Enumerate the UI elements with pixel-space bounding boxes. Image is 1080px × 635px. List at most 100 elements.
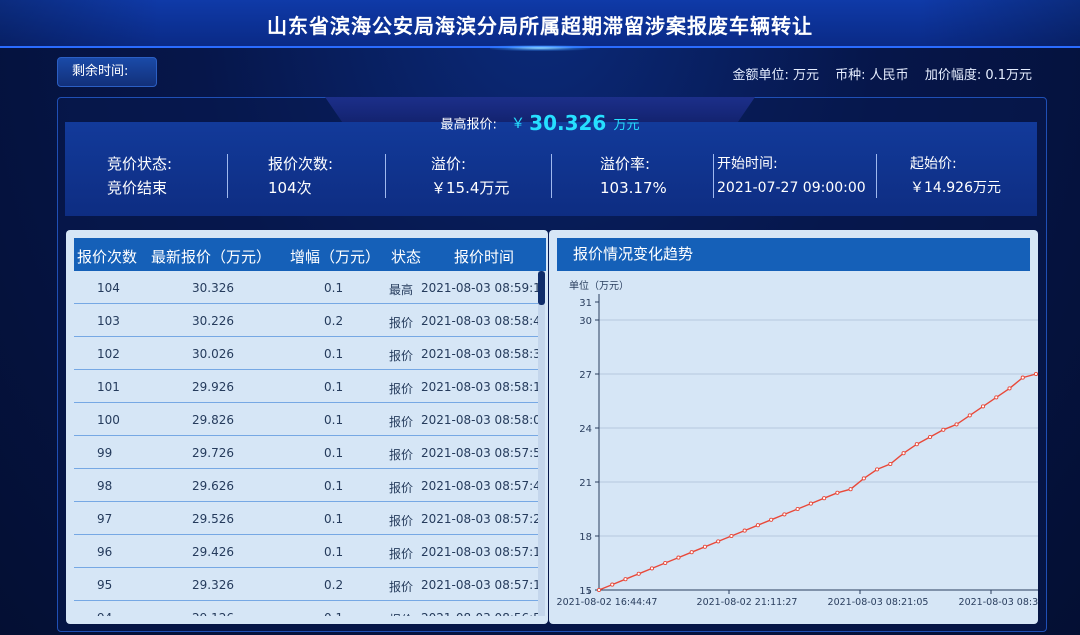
- data-point: [875, 467, 880, 472]
- y-tick-label: 15: [579, 586, 592, 597]
- col-bid-time: 报价时间: [454, 248, 515, 266]
- data-point: [755, 523, 760, 528]
- cell-latest-price: 29.126: [192, 611, 234, 616]
- cell-bid-time: 2021-08-03 08:59:10: [421, 281, 538, 295]
- data-point: [822, 496, 827, 501]
- cell-increment: 0.1: [324, 611, 343, 616]
- data-point: [928, 434, 933, 440]
- y-tick-label: 18: [579, 532, 592, 543]
- table-row[interactable]: 98 29.626 0.1 报价 2021-08-03 08:57:46: [74, 469, 538, 502]
- cell-status: 报价: [389, 415, 414, 429]
- cell-status: 报价: [389, 349, 414, 363]
- cell-latest-price: 30.226: [192, 314, 234, 328]
- stat-premium-label: 溢价:: [431, 155, 467, 173]
- cell-bid-time: 2021-08-03 08:57:19: [421, 545, 538, 559]
- price-increment: 加价幅度: 0.1万元: [924, 68, 1032, 83]
- x-tick-label: 2021-08-03 08:39:24: [959, 597, 1038, 608]
- table-row[interactable]: 94 29.126 0.1 报价 2021-08-03 08:56:58: [74, 601, 538, 616]
- data-point: [716, 539, 721, 544]
- cell-latest-price: 30.026: [192, 347, 234, 361]
- cell-increment: 0.1: [324, 281, 344, 295]
- stat-start-time: 开始时间: 2021-07-27 09:00:00: [717, 152, 866, 200]
- x-tick-label: 2021-08-02 16:44:47: [557, 597, 658, 608]
- bid-table-card: 报价次数 最新报价（万元） 增幅（万元） 状态 报价时间 104 30.326 0.…: [66, 230, 548, 624]
- stat-divider: [385, 154, 386, 198]
- cell-status: 报价: [389, 547, 414, 561]
- cell-bid-time: 2021-08-03 08:57:46: [421, 479, 538, 493]
- data-point: [769, 517, 774, 522]
- stat-start-price-label: 起始价:: [910, 156, 957, 172]
- cell-status: 报价: [389, 448, 414, 462]
- cell-bid-count: 101: [97, 380, 120, 394]
- col-latest-price: 最新报价（万元）: [151, 248, 272, 266]
- stat-divider: [551, 154, 552, 198]
- table-row[interactable]: 96 29.426 0.1 报价 2021-08-03 08:57:19: [74, 535, 538, 568]
- stat-bid-count: 报价次数: 104次: [268, 152, 333, 200]
- cell-latest-price: 29.326: [192, 578, 234, 592]
- table-row[interactable]: 100 29.826 0.1 报价 2021-08-03 08:58:08: [74, 403, 538, 436]
- stat-divider: [876, 154, 877, 198]
- cell-latest-price: 29.726: [192, 446, 234, 460]
- data-point: [742, 528, 747, 533]
- cell-status: 报价: [389, 580, 414, 594]
- scrollbar-track[interactable]: [538, 271, 545, 616]
- data-point: [888, 461, 893, 467]
- cell-latest-price: 30.326: [192, 281, 234, 295]
- data-point: [729, 533, 734, 539]
- table-row[interactable]: 97 29.526 0.1 报价 2021-08-03 08:57:28: [74, 502, 538, 535]
- y-tick-label: 27: [579, 370, 592, 381]
- cell-bid-time: 2021-08-03 08:58:40: [421, 314, 538, 328]
- data-point: [1033, 371, 1038, 377]
- stat-premium: 溢价: ￥15.4万元: [431, 152, 509, 200]
- trend-chart-card: 报价情况变化趋势 单位（万元） 15 18 21 24 27 30 31 2021-08-02 …: [549, 230, 1038, 624]
- table-row[interactable]: 103 30.226 0.2 报价 2021-08-03 08:58:40: [74, 304, 538, 337]
- data-point: [623, 577, 628, 582]
- stat-status-label: 竞价状态:: [107, 155, 173, 173]
- data-point: [914, 442, 919, 447]
- cell-increment: 0.1: [324, 545, 344, 559]
- cell-status: 报价: [389, 514, 414, 528]
- data-point: [795, 506, 800, 512]
- stat-status: 竞价状态: 竞价结束: [107, 152, 172, 200]
- y-tick-label: 21: [579, 478, 592, 489]
- table-row[interactable]: 101 29.926 0.1 报价 2021-08-03 08:58:16: [74, 370, 538, 403]
- stat-status-value: 竞价结束: [107, 179, 168, 197]
- cell-increment: 0.1: [324, 479, 344, 493]
- highest-price-value: 30.326: [529, 111, 607, 135]
- data-point: [782, 512, 787, 517]
- cell-bid-time: 2021-08-03 08:58:16: [421, 380, 538, 394]
- remaining-time-label: 剩余时间:: [57, 57, 157, 87]
- y-tick-label: 24: [579, 424, 592, 435]
- table-row[interactable]: 104 30.326 0.1 最高 2021-08-03 08:59:10: [74, 271, 538, 304]
- col-bid-count: 报价次数: [77, 248, 138, 266]
- stat-start-price: 起始价: ￥14.926万元: [910, 152, 1001, 200]
- data-point: [663, 560, 668, 566]
- cell-increment: 0.1: [324, 446, 344, 460]
- stat-start-price-value: ￥14.926万元: [910, 180, 1001, 196]
- cell-increment: 0.2: [324, 314, 344, 328]
- bid-table-body[interactable]: 104 30.326 0.1 最高 2021-08-03 08:59:10 103 30.2…: [74, 271, 538, 616]
- stats-bar: 竞价状态: 竞价结束 报价次数: 104次 溢价: ￥15.4万元 溢价率: 1…: [65, 122, 1037, 216]
- cell-bid-count: 104: [97, 281, 120, 295]
- table-row[interactable]: 102 30.026 0.1 报价 2021-08-03 08:58:30: [74, 337, 538, 370]
- cell-latest-price: 29.926: [192, 380, 234, 394]
- stat-premium-rate-value: 103.17%: [600, 179, 667, 197]
- stat-bid-count-label: 报价次数:: [268, 155, 334, 173]
- table-row[interactable]: 95 29.326 0.2 报价 2021-08-03 08:57:14: [74, 568, 538, 601]
- stat-start-time-label: 开始时间:: [717, 156, 778, 172]
- cell-bid-count: 98: [97, 479, 113, 493]
- stat-divider: [713, 154, 714, 198]
- cell-bid-count: 97: [97, 512, 113, 526]
- data-point: [994, 395, 999, 400]
- currency: 币种: 人民币: [835, 68, 909, 83]
- cell-latest-price: 29.426: [192, 545, 234, 559]
- data-point: [980, 404, 986, 409]
- scrollbar-thumb[interactable]: [538, 271, 545, 305]
- data-point: [1020, 375, 1025, 380]
- data-point: [848, 487, 853, 492]
- cell-increment: 0.1: [324, 347, 344, 361]
- yen-symbol: ￥: [511, 116, 526, 132]
- data-point: [596, 587, 602, 593]
- amount-unit: 金额单位: 万元: [732, 68, 820, 83]
- table-row[interactable]: 99 29.726 0.1 报价 2021-08-03 08:57:52: [74, 436, 538, 469]
